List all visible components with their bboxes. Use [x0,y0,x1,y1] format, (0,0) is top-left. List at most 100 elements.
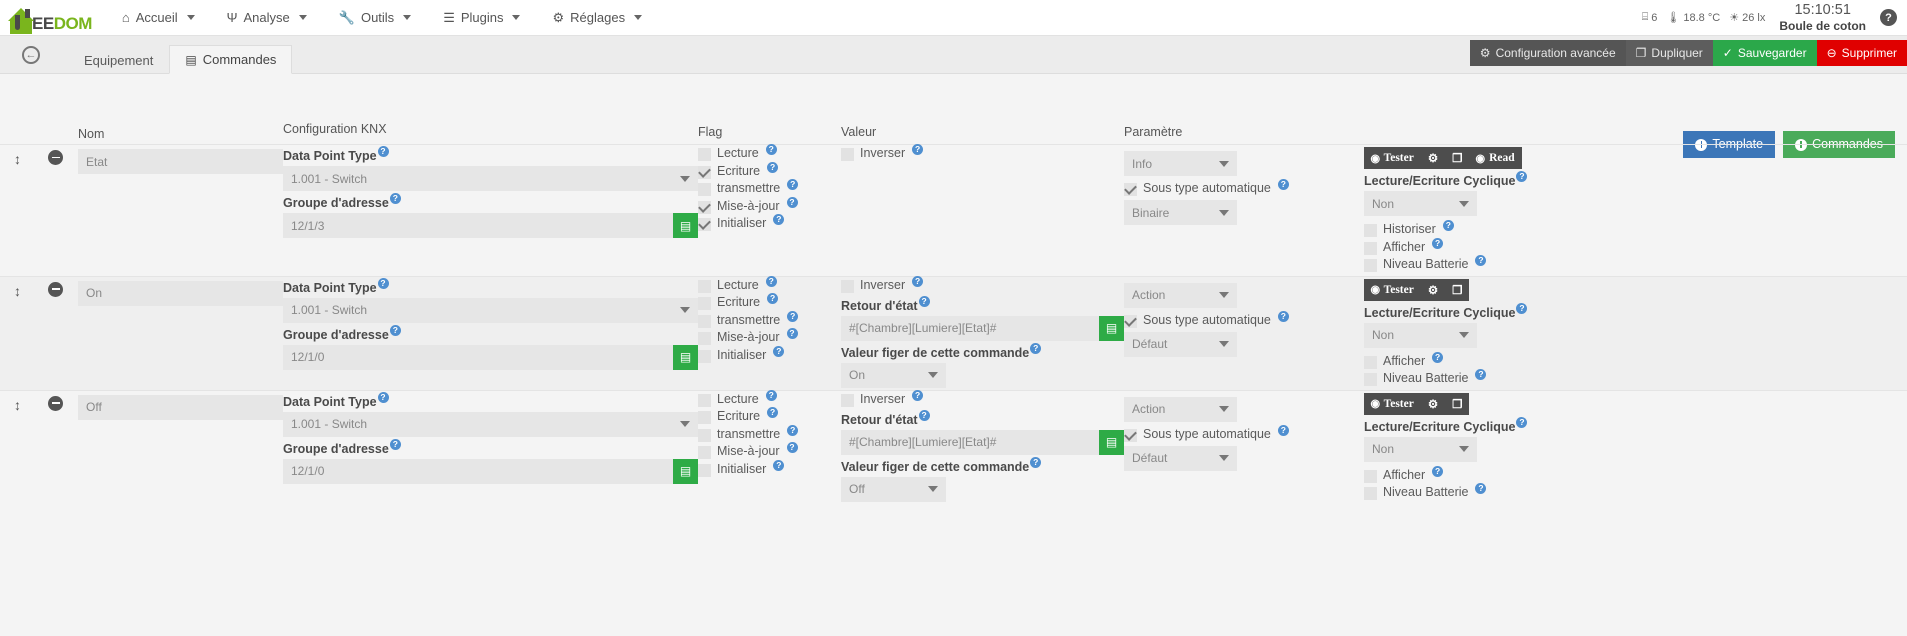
option-checkbox-niveau-batterie[interactable] [1364,259,1377,272]
back-arrow-icon[interactable]: ← [22,46,40,64]
param-type-select[interactable]: Info [1124,151,1237,176]
help-icon[interactable]: ? [1442,220,1454,231]
command-config-button[interactable]: ⚙ [1421,147,1445,169]
flag-checkbox-lecture[interactable] [698,148,711,161]
valeur-figer-select[interactable]: On [841,362,946,388]
expression-picker-icon[interactable]: ▤ [1099,429,1124,455]
command-copy-button[interactable]: ❐ [1445,393,1469,415]
help-icon[interactable]: ? [786,328,798,339]
groupe-adresse-input[interactable] [283,344,673,370]
option-checkbox-afficher[interactable] [1364,355,1377,369]
help-icon[interactable]: ? [1432,465,1444,477]
inverser-checkbox[interactable] [841,279,854,293]
help-icon[interactable]: ? [912,389,924,401]
help-icon[interactable]: ? [912,144,924,155]
help-icon[interactable]: ? [1030,456,1042,468]
remove-command-icon[interactable] [48,150,63,165]
address-picker-icon[interactable]: ▤ [673,213,698,238]
help-icon[interactable]: ? [767,161,779,173]
remove-command-icon[interactable] [48,281,63,297]
help-icon[interactable]: ? [1475,369,1487,380]
help-icon[interactable]: ? [1277,179,1289,190]
tester-button[interactable]: ◉ Tester [1364,148,1421,169]
cyclique-select[interactable]: Non [1364,436,1477,462]
help-icon[interactable]: ? [918,409,930,421]
help-icon[interactable]: ? [787,310,799,322]
tester-button[interactable]: ◉ Tester [1364,279,1421,300]
tab-equipement[interactable]: Equipement [68,45,169,74]
read-button[interactable]: ◉ Read [1469,148,1521,169]
retour-etat-input[interactable] [841,315,1099,341]
tester-button[interactable]: ◉ Tester [1364,393,1421,414]
nav-item-accueil[interactable]: ⌂ Accueil [106,0,211,36]
help-icon[interactable]: ? [1432,351,1444,363]
sauvegarder-button[interactable]: ✓ Sauvegarder [1712,39,1817,66]
flag-checkbox-mise-jour[interactable] [698,446,711,459]
help-icon[interactable]: ? [786,196,798,208]
cyclique-select[interactable]: Non [1364,191,1477,216]
nav-item-reglages[interactable]: ⚙ Réglages [536,0,658,36]
help-icon[interactable]: ? [1432,237,1444,249]
flag-checkbox-ecriture[interactable] [698,297,711,310]
option-checkbox-afficher[interactable] [1364,241,1377,255]
flag-checkbox-lecture[interactable] [698,279,711,293]
help-icon[interactable]: ? [767,407,779,418]
help-icon[interactable]: ? [377,391,389,403]
sous-type-auto-checkbox[interactable] [1124,183,1137,196]
sous-type-auto-checkbox[interactable] [1124,314,1137,328]
row-drag-handle[interactable]: ↕ [14,276,48,390]
help-icon[interactable]: ? [1475,255,1487,266]
command-name-input[interactable] [78,280,283,306]
help-icon[interactable]: ? [773,459,785,471]
option-checkbox-historiser[interactable] [1364,224,1377,237]
jeedom-logo[interactable]: EEDOM [0,0,106,36]
nav-item-outils[interactable]: 🔧 Outils [323,0,427,36]
username[interactable]: Boule de coton [1779,19,1866,34]
command-config-button[interactable]: ⚙ [1421,279,1445,301]
param-type-select[interactable]: Action [1124,282,1237,308]
flag-checkbox-transmettre[interactable] [698,428,711,442]
sous-type-auto-checkbox[interactable] [1124,428,1137,442]
help-icon[interactable]: ? [1880,9,1897,26]
command-copy-button[interactable]: ❐ [1445,147,1469,169]
dupliquer-button[interactable]: ❐ Dupliquer [1625,39,1713,66]
data-point-type-select[interactable]: 1.001 - Switch [283,297,698,323]
supprimer-button[interactable]: ⊖ Supprimer [1816,39,1907,66]
row-drag-handle[interactable]: ↕ [14,144,48,276]
row-drag-handle[interactable]: ↕ [14,390,48,504]
help-icon[interactable]: ? [1030,342,1042,354]
nav-item-analyse[interactable]: Ψ Analyse [211,0,323,36]
configuration-avancee-button[interactable]: ⚙ Configuration avancée [1469,39,1626,66]
help-icon[interactable]: ? [918,295,930,307]
option-checkbox-afficher[interactable] [1364,469,1377,483]
sous-type-select[interactable]: Défaut [1124,445,1237,471]
help-icon[interactable]: ? [1277,424,1289,436]
param-type-select[interactable]: Action [1124,396,1237,422]
flag-checkbox-initialiser[interactable] [698,463,711,477]
help-icon[interactable]: ? [1277,310,1289,322]
data-point-type-select[interactable]: 1.001 - Switch [283,411,698,437]
nav-item-plugins[interactable]: ☰ Plugins [427,0,536,36]
tab-commandes[interactable]: ▤ Commandes [169,45,293,74]
command-name-input[interactable] [78,149,283,174]
help-icon[interactable]: ? [389,324,401,336]
inverser-checkbox[interactable] [841,393,854,407]
help-icon[interactable]: ? [1475,483,1487,494]
flag-checkbox-mise-jour[interactable] [698,200,711,214]
help-icon[interactable]: ? [389,193,401,204]
command-name-input[interactable] [78,394,283,420]
address-picker-icon[interactable]: ▤ [673,458,698,484]
command-config-button[interactable]: ⚙ [1421,393,1445,415]
option-checkbox-niveau-batterie[interactable] [1364,373,1377,386]
flag-checkbox-ecriture[interactable] [698,411,711,424]
command-copy-button[interactable]: ❐ [1445,279,1469,301]
help-icon[interactable]: ? [389,438,401,450]
flag-checkbox-ecriture[interactable] [698,165,711,179]
help-icon[interactable]: ? [773,345,785,357]
help-icon[interactable]: ? [787,424,799,436]
help-icon[interactable]: ? [377,277,389,289]
flag-checkbox-mise-jour[interactable] [698,332,711,345]
help-icon[interactable]: ? [765,275,777,287]
help-icon[interactable]: ? [765,389,777,401]
groupe-adresse-input[interactable] [283,458,673,484]
